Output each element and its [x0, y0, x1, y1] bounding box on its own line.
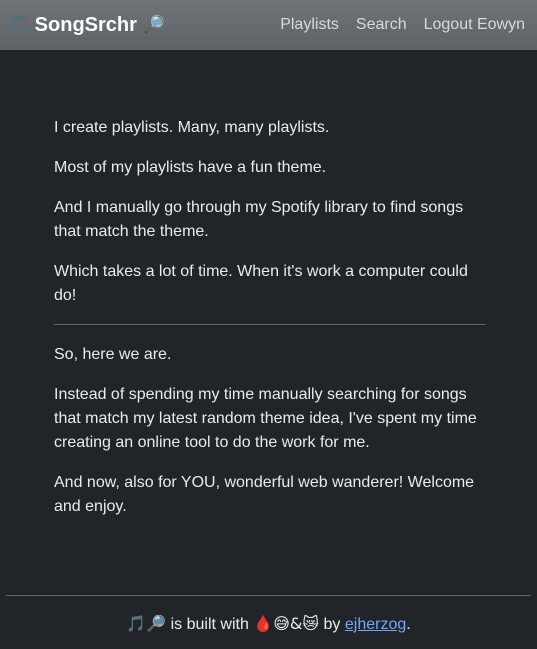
nav-search-link[interactable]: Search: [356, 13, 407, 37]
intro-paragraph: Instead of spending my time manually sea…: [54, 386, 477, 451]
nav-links: Playlists Search Logout Eowyn: [280, 13, 525, 37]
section-divider: [54, 324, 486, 325]
intro-paragraph: And I manually go through my Spotify lib…: [54, 199, 464, 240]
footer-text-built: is built with: [166, 616, 254, 633]
nav-logout-link[interactable]: Logout Eowyn: [424, 13, 525, 37]
author-link[interactable]: ejherzog: [345, 616, 406, 633]
brand-link[interactable]: 🎵 SongSrchr 🔎: [6, 13, 165, 37]
intro-paragraph: Which takes a lot of time. When it's wor…: [54, 263, 468, 304]
intro-content: I create playlists. Many, many playlists…: [54, 116, 486, 535]
footer-emojis: 🩸😅&😿: [253, 614, 320, 633]
footer-text-by: by: [319, 616, 345, 633]
nav-playlists-link[interactable]: Playlists: [280, 13, 339, 37]
intro-paragraph: I create playlists. Many, many playlists…: [54, 119, 330, 136]
footer-end: .: [406, 616, 411, 633]
magnifier-icon: 🔎: [143, 15, 166, 35]
intro-paragraph: Most of my playlists have a fun theme.: [54, 159, 327, 176]
intro-paragraph: And now, also for YOU, wonderful web wan…: [54, 474, 475, 515]
footer-app-icons: 🎵🔎: [126, 614, 167, 633]
music-note-icon: 🎵: [6, 14, 30, 36]
intro-paragraph: So, here we are.: [54, 346, 172, 363]
footer: 🎵🔎 is built with 🩸😅&😿 by ejherzog.: [6, 595, 531, 637]
navbar: 🎵 SongSrchr 🔎 Playlists Search Logout Eo…: [0, 0, 537, 50]
brand-name: SongSrchr: [34, 14, 137, 36]
